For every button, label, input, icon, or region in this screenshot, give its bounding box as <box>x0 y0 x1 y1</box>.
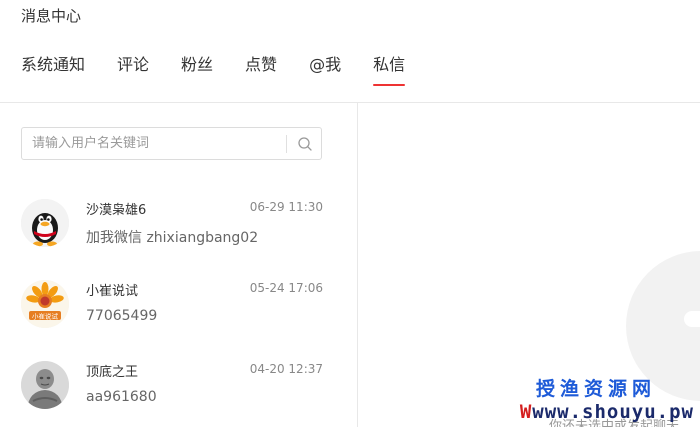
tab-comments[interactable]: 评论 <box>117 54 149 86</box>
conversation-time: 06-29 11:30 <box>249 200 323 214</box>
stone-figure-icon <box>21 361 69 409</box>
sunflower-logo-icon: 小崔说试 <box>21 280 69 328</box>
conversation-preview: 加我微信 zhixiangbang02 <box>86 230 259 246</box>
conversation-list-panel: 沙漠枭雄6 06-29 11:30 加我微信 zhixiangbang02 小崔… <box>0 103 358 427</box>
message-tabs: 系统通知 评论 粉丝 点赞 @我 私信 <box>21 54 437 86</box>
search-icon <box>298 136 312 151</box>
conversation-name: 顶底之王 <box>86 365 139 380</box>
conversation-preview: 77065499 <box>86 308 158 324</box>
search-divider <box>286 135 287 153</box>
conversation-item[interactable]: 小崔说试 小崔说试 05-24 17:06 77065499 <box>21 280 326 340</box>
search-box <box>21 127 322 160</box>
chat-panel: 你还未选中或发起聊天 <box>359 103 700 427</box>
conversation-item[interactable]: 沙漠枭雄6 06-29 11:30 加我微信 zhixiangbang02 <box>21 199 326 259</box>
search-button[interactable] <box>288 128 322 159</box>
conversation-name: 小崔说试 <box>86 284 139 299</box>
avatar[interactable] <box>21 199 69 247</box>
tab-private-messages[interactable]: 私信 <box>373 54 406 86</box>
conversation-time: 05-24 17:06 <box>249 281 323 295</box>
tab-mentions[interactable]: @我 <box>309 54 341 86</box>
page-title: 消息中心 <box>21 7 82 25</box>
tab-fans[interactable]: 粉丝 <box>181 54 213 86</box>
avatar[interactable]: 小崔说试 <box>21 280 69 328</box>
tab-system-notice[interactable]: 系统通知 <box>21 54 85 86</box>
chat-bubble-placeholder-icon <box>626 251 700 401</box>
conversation-time: 04-20 12:37 <box>249 362 323 376</box>
avatar-logo-text: 小崔说试 <box>32 312 59 321</box>
empty-state-hint: 你还未选中或发起聊天 <box>549 419 680 427</box>
avatar[interactable] <box>21 361 69 409</box>
conversation-name: 沙漠枭雄6 <box>86 203 147 218</box>
qq-penguin-icon <box>21 199 69 247</box>
search-input[interactable] <box>32 128 282 159</box>
tab-likes[interactable]: 点赞 <box>245 54 277 86</box>
conversation-item[interactable]: 顶底之王 04-20 12:37 aa961680 <box>21 361 326 421</box>
conversation-preview: aa961680 <box>86 389 157 405</box>
